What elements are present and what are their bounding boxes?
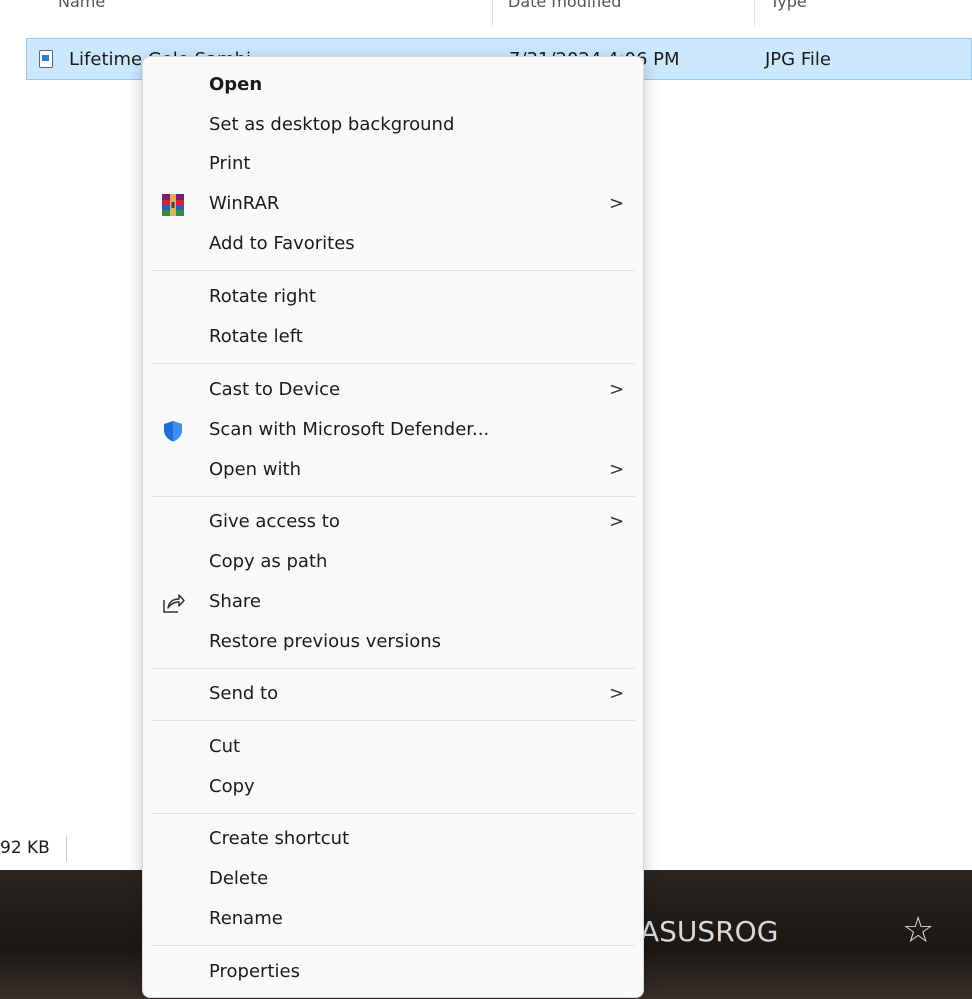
menu-item-label: Properties xyxy=(209,961,300,982)
chevron-right-icon: > xyxy=(609,379,625,400)
menu-item-label: WinRAR xyxy=(209,193,280,214)
status-separator xyxy=(66,836,67,862)
menu-divider xyxy=(151,945,635,946)
menu-item-set-desktop-background[interactable]: Set as desktop background xyxy=(149,106,637,144)
menu-item-delete[interactable]: Delete xyxy=(149,860,637,898)
menu-item-label: Restore previous versions xyxy=(209,631,442,652)
menu-item-label: Copy xyxy=(209,776,255,797)
column-separator[interactable] xyxy=(492,0,493,26)
menu-item-give-access[interactable]: Give access to > xyxy=(149,503,637,541)
menu-item-label: Give access to xyxy=(209,511,340,532)
menu-item-label: Share xyxy=(209,591,261,612)
share-icon xyxy=(163,594,185,613)
chevron-right-icon: > xyxy=(609,683,625,704)
status-file-size: 92 KB xyxy=(0,838,50,858)
file-type: JPG File xyxy=(765,49,831,70)
menu-item-share[interactable]: Share xyxy=(149,583,637,621)
column-type-header[interactable]: Type xyxy=(770,0,807,11)
menu-item-label: Delete xyxy=(209,868,269,889)
menu-item-label: Send to xyxy=(209,683,279,704)
menu-item-restore-previous-versions[interactable]: Restore previous versions xyxy=(149,623,637,661)
menu-item-scan-defender[interactable]: Scan with Microsoft Defender... xyxy=(149,411,637,449)
menu-item-label: Create shortcut xyxy=(209,828,350,849)
menu-item-label: Print xyxy=(209,153,251,174)
menu-item-open-with[interactable]: Open with > xyxy=(149,451,637,489)
column-date-header[interactable]: Date modified xyxy=(508,0,621,11)
menu-item-copy[interactable]: Copy xyxy=(149,768,637,806)
menu-item-open[interactable]: Open xyxy=(149,66,637,104)
menu-item-label: Rename xyxy=(209,908,283,929)
menu-item-label: Cast to Device xyxy=(209,379,341,400)
menu-divider xyxy=(151,668,635,669)
winrar-icon xyxy=(162,194,184,216)
menu-divider xyxy=(151,720,635,721)
chevron-right-icon: > xyxy=(609,193,625,214)
menu-item-properties[interactable]: Properties xyxy=(149,953,637,991)
menu-item-label: Scan with Microsoft Defender... xyxy=(209,419,490,440)
menu-item-copy-as-path[interactable]: Copy as path xyxy=(149,543,637,581)
menu-item-label: Cut xyxy=(209,736,241,757)
chevron-right-icon: > xyxy=(609,511,625,532)
menu-divider xyxy=(151,363,635,364)
menu-item-rotate-right[interactable]: Rotate right xyxy=(149,278,637,316)
column-header-bar: Name Date modified Type xyxy=(0,0,972,26)
menu-divider xyxy=(151,813,635,814)
menu-item-winrar[interactable]: WinRAR > xyxy=(149,185,637,223)
menu-item-print[interactable]: Print xyxy=(149,145,637,183)
menu-item-label: Set as desktop background xyxy=(209,114,455,135)
menu-item-add-to-favorites[interactable]: Add to Favorites xyxy=(149,225,637,263)
menu-item-rename[interactable]: Rename xyxy=(149,900,637,938)
menu-item-label: Open xyxy=(209,74,263,95)
menu-item-rotate-left[interactable]: Rotate left xyxy=(149,318,637,356)
menu-item-cut[interactable]: Cut xyxy=(149,728,637,766)
menu-item-label: Rotate right xyxy=(209,286,316,307)
menu-item-send-to[interactable]: Send to > xyxy=(149,675,637,713)
menu-item-label: Copy as path xyxy=(209,551,328,572)
menu-divider xyxy=(151,270,635,271)
star-outline-icon[interactable]: ☆ xyxy=(902,910,934,951)
image-file-icon xyxy=(39,50,53,68)
menu-item-create-shortcut[interactable]: Create shortcut xyxy=(149,820,637,858)
context-menu: Open Set as desktop background Print Win… xyxy=(142,56,644,998)
menu-item-cast-to-device[interactable]: Cast to Device > xyxy=(149,371,637,409)
column-name-header[interactable]: Name xyxy=(58,0,105,11)
chevron-right-icon: > xyxy=(609,459,625,480)
user-name: ASUSROG xyxy=(640,915,779,948)
menu-item-label: Rotate left xyxy=(209,326,303,347)
defender-shield-icon xyxy=(164,421,182,442)
menu-divider xyxy=(151,496,635,497)
menu-item-label: Open with xyxy=(209,459,301,480)
menu-item-label: Add to Favorites xyxy=(209,233,355,254)
column-separator[interactable] xyxy=(754,0,755,26)
